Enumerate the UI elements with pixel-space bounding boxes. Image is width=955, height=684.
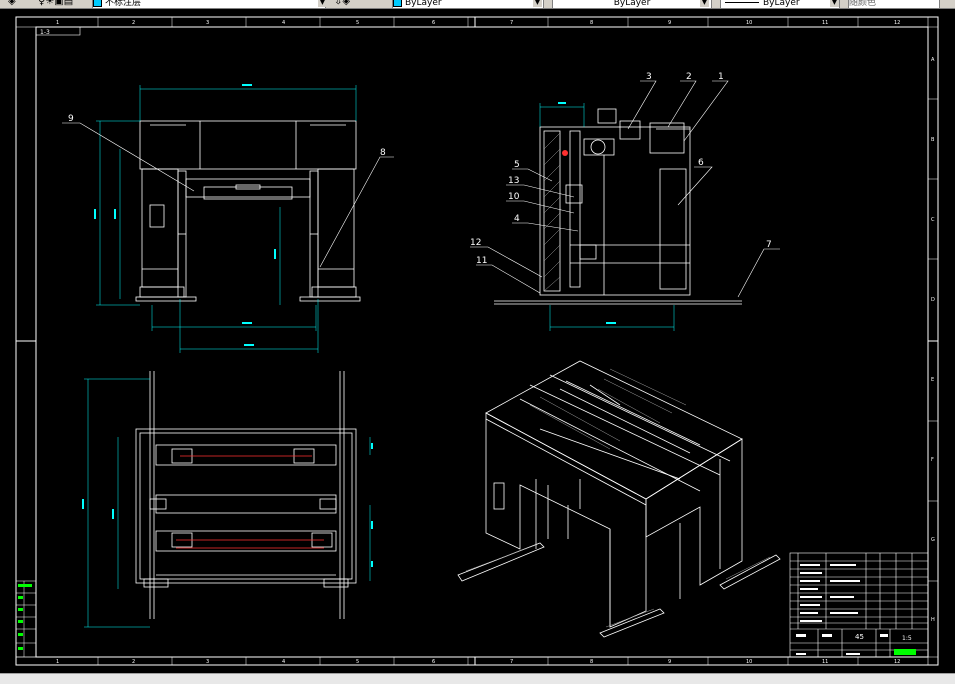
svg-text:6: 6: [432, 20, 435, 26]
front-view: [135, 120, 361, 302]
chevron-down-icon[interactable]: ▼: [533, 0, 542, 7]
svg-text:7: 7: [510, 659, 513, 665]
callout-12: 12: [470, 238, 481, 248]
chevron-down-icon[interactable]: ▼: [700, 0, 709, 7]
svg-text:1: 1: [56, 20, 59, 26]
svg-text:5: 5: [356, 659, 359, 665]
status-bar: [0, 673, 955, 684]
lineweight-sample: [725, 2, 759, 3]
callout-6: 6: [698, 158, 704, 168]
side-view: [494, 108, 742, 305]
zone-ticks: [97, 17, 938, 665]
callout-11: 11: [476, 256, 487, 266]
properties-toolbar: ◈ ♀☀▣▤ 不标注层 ▼ ⇩◈ ByLayer ▼ ByLayer ▼ ByL…: [0, 0, 955, 9]
frame-tag: 1-3: [40, 29, 50, 36]
lineweight-dropdown[interactable]: ByLayer: [720, 0, 840, 8]
color-value: ByLayer: [405, 0, 442, 8]
svg-text:10: 10: [746, 659, 752, 665]
front-dim-text: [94, 84, 276, 346]
callout-8: 8: [380, 148, 386, 158]
layer-dropdown[interactable]: 不标注层: [92, 0, 326, 8]
callout-9: 9: [68, 114, 74, 124]
svg-text:3: 3: [206, 659, 209, 665]
color-dropdown[interactable]: ByLayer: [392, 0, 544, 8]
make-current-layer-icon[interactable]: ⇩◈: [334, 0, 350, 8]
plotstyle-dropdown[interactable]: 随颜色: [848, 0, 940, 8]
zone-numbers-bottom: 1 2 3 4 5 6 7 8 9 10 11 12: [56, 659, 900, 665]
layer-state-icons[interactable]: ♀☀▣▤: [38, 0, 73, 8]
svg-text:9: 9: [668, 20, 671, 26]
chevron-down-icon[interactable]: ▼: [318, 0, 327, 7]
lineweight-value: ByLayer: [763, 0, 800, 8]
callout-3: 3: [646, 72, 652, 82]
cad-drawing: 1-3 1 2 3 4 5 6 7 8 9 10 11 12 1 2 3 4 5…: [15, 16, 939, 666]
svg-text:8: 8: [590, 659, 593, 665]
svg-text:12: 12: [894, 20, 900, 26]
title-green-label: [894, 649, 916, 655]
callout-10: 10: [508, 192, 520, 202]
chevron-down-icon[interactable]: ▼: [830, 0, 839, 7]
title-scale: 1:5: [902, 635, 912, 642]
layer-color-swatch: [93, 0, 102, 7]
svg-text:D: D: [931, 297, 935, 303]
svg-text:G: G: [931, 537, 935, 543]
svg-text:11: 11: [822, 659, 828, 665]
color-swatch: [393, 0, 402, 7]
callout-4: 4: [514, 214, 520, 224]
front-leaders: [62, 122, 394, 268]
svg-text:5: 5: [356, 20, 359, 26]
isometric-view: [457, 360, 781, 638]
svg-text:A: A: [931, 57, 935, 63]
svg-text:C: C: [931, 217, 935, 223]
plan-view: [135, 371, 357, 619]
callout-13: 13: [508, 176, 519, 186]
layer-manager-icon[interactable]: ◈: [8, 0, 16, 8]
linetype-dropdown[interactable]: ByLayer: [552, 0, 712, 8]
callout-5: 5: [514, 160, 520, 170]
plan-centerlines: [176, 455, 324, 549]
svg-text:4: 4: [282, 20, 285, 26]
svg-text:9: 9: [668, 659, 671, 665]
side-leaders: [470, 80, 780, 298]
title-number: 45: [855, 633, 864, 641]
side-view-marker: [562, 150, 568, 156]
drawing-canvas[interactable]: 1-3 1 2 3 4 5 6 7 8 9 10 11 12 1 2 3 4 5…: [0, 9, 955, 673]
left-revision-boxes: [15, 580, 37, 658]
svg-text:2: 2: [132, 20, 135, 26]
svg-text:H: H: [931, 617, 935, 623]
zone-numbers-top: 1 2 3 4 5 6 7 8 9 10 11 12: [56, 20, 900, 26]
svg-text:6: 6: [432, 659, 435, 665]
svg-text:B: B: [931, 137, 935, 143]
svg-text:3: 3: [206, 20, 209, 26]
side-callouts: 3 2 1 6 5 13 10 4 12 11 7: [470, 72, 772, 266]
plan-dimensions: [84, 378, 371, 628]
svg-text:E: E: [931, 377, 934, 383]
svg-text:11: 11: [822, 20, 828, 26]
zone-letters-right: A B C D E F G H: [931, 57, 935, 623]
svg-text:7: 7: [510, 20, 513, 26]
sheet-inner-border: [35, 26, 929, 658]
callout-1: 1: [718, 72, 724, 82]
svg-text:F: F: [931, 457, 934, 463]
svg-text:12: 12: [894, 659, 900, 665]
plotstyle-value: 随颜色: [849, 0, 877, 8]
layer-name: 不标注层: [105, 0, 142, 8]
svg-text:2: 2: [132, 659, 135, 665]
svg-text:1: 1: [56, 659, 59, 665]
svg-text:4: 4: [282, 659, 285, 665]
callout-7: 7: [766, 240, 772, 250]
svg-text:8: 8: [590, 20, 593, 26]
side-view-hatch: [543, 132, 561, 292]
linetype-value: ByLayer: [613, 0, 651, 8]
svg-text:10: 10: [746, 20, 752, 26]
callout-2: 2: [686, 72, 692, 82]
